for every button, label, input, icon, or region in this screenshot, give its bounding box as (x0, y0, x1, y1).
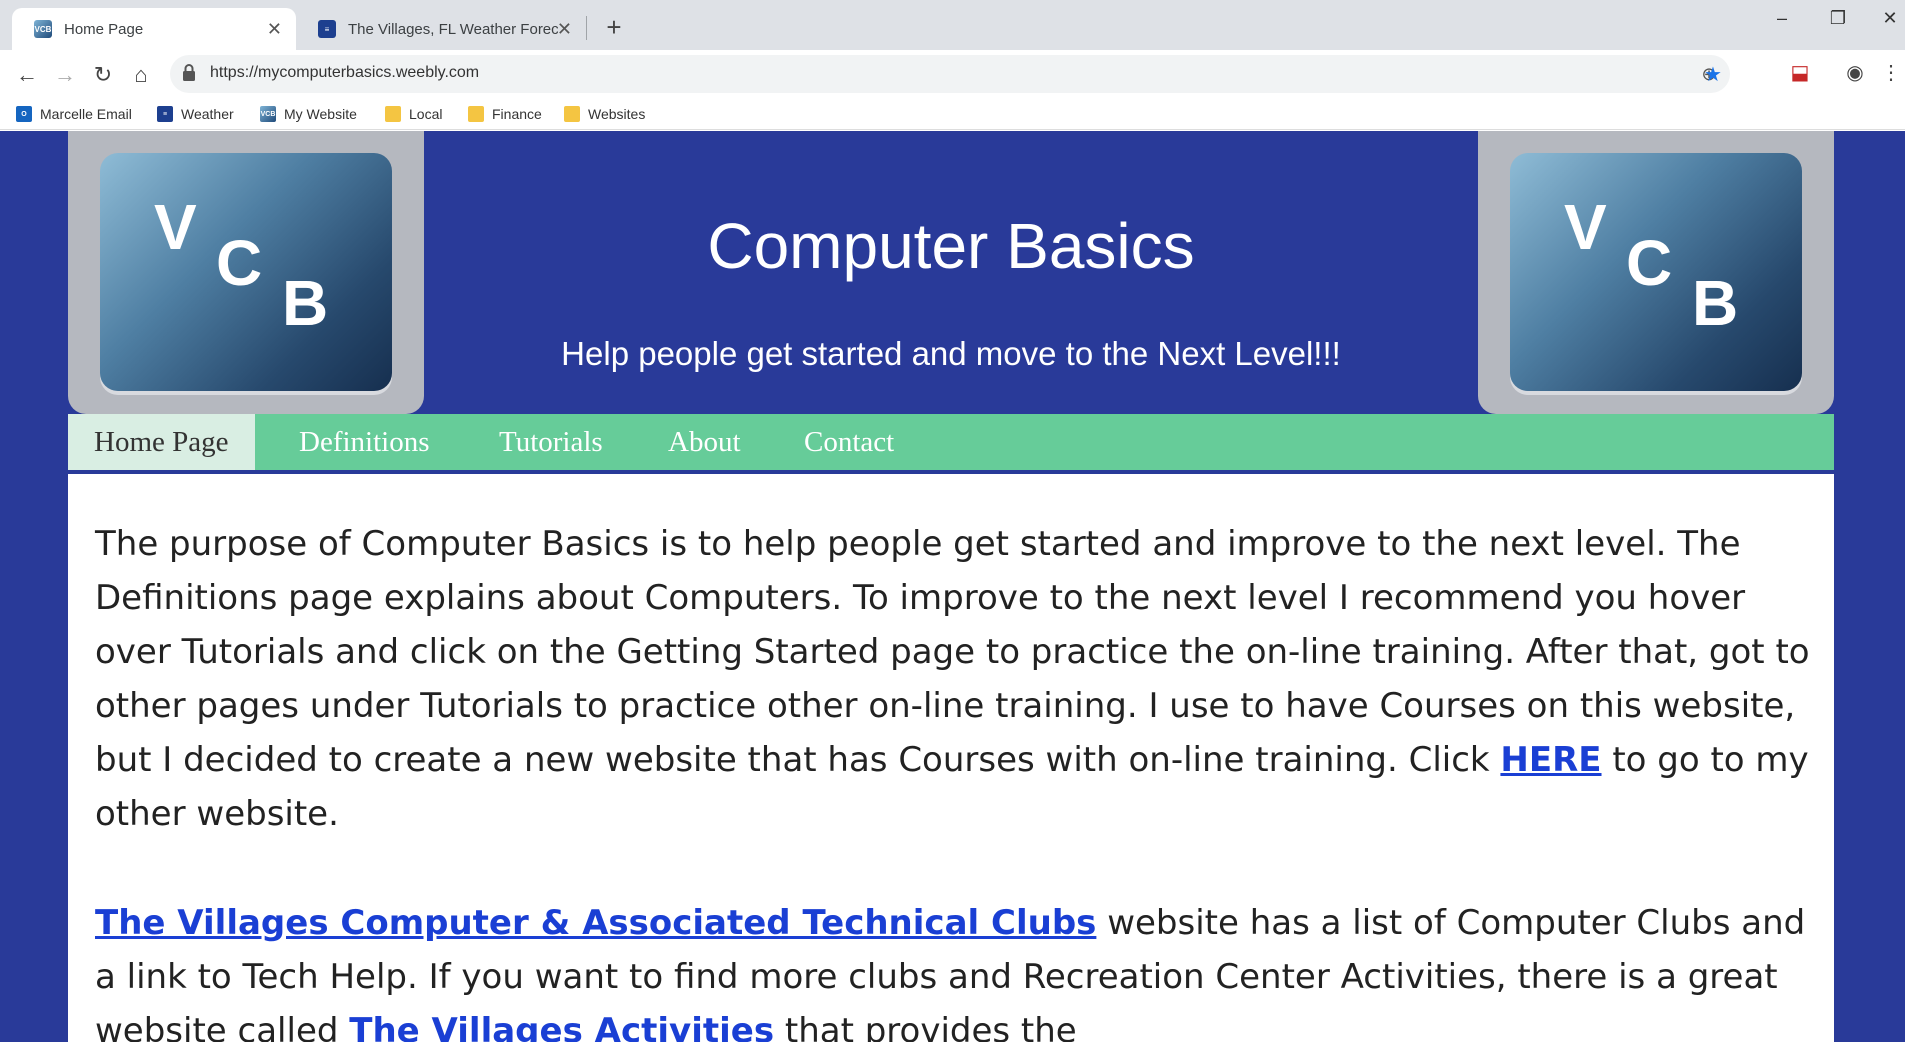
tab-title: The Villages, FL Weather Forecas (348, 20, 558, 38)
bookmark-label: Finance (492, 106, 542, 122)
vcb-logo-icon: V C B (1510, 153, 1802, 391)
vcb-logo-icon: VCB (260, 106, 276, 122)
clubs-paragraph: The Villages Computer & Associated Techn… (95, 896, 1815, 1042)
logo-letter-v: V (1564, 191, 1607, 263)
folder-icon (385, 106, 401, 122)
tab-title: Home Page (64, 20, 144, 38)
url-text: https://mycomputerbasics.weebly.com (210, 64, 480, 81)
close-icon[interactable]: ✕ (267, 19, 282, 40)
site-logo-left[interactable]: V C B (68, 131, 424, 414)
nav-about[interactable]: About (668, 414, 741, 470)
arrow-right-icon: → (54, 62, 76, 87)
new-tab-button[interactable]: + (598, 12, 630, 43)
minimize-button[interactable]: – (1762, 8, 1802, 29)
bookmark-websites[interactable]: Websites (564, 106, 645, 122)
browser-toolbar: ← → ↻ ⌂ https://mycomputerbasics.weebly.… (0, 50, 1905, 100)
close-icon[interactable]: ✕ (557, 19, 572, 40)
page-viewport: V C B Computer Basics Help people get st… (0, 131, 1905, 1042)
address-bar[interactable]: https://mycomputerbasics.weebly.com ⊕ ★ (170, 55, 1730, 93)
bookmark-marcelle-email[interactable]: O Marcelle Email (16, 106, 132, 122)
arrow-left-icon: ← (16, 62, 38, 87)
bookmark-my-website[interactable]: VCB My Website (260, 106, 357, 122)
pocket-extension-icon[interactable]: ⬓ (1785, 60, 1815, 85)
lock-icon (183, 64, 195, 81)
site-header: V C B Computer Basics Help people get st… (68, 131, 1834, 414)
weather-icon: ≡ (157, 106, 173, 122)
restore-button[interactable]: ❐ (1818, 8, 1858, 29)
bookmark-label: Weather (181, 106, 234, 122)
nav-tutorials[interactable]: Tutorials (499, 414, 603, 470)
bookmark-label: Websites (588, 106, 646, 122)
reload-icon: ↻ (93, 62, 113, 87)
clubs-text-end: that provides the (774, 1011, 1077, 1042)
folder-icon (564, 106, 580, 122)
main-content: The purpose of Computer Basics is to hel… (68, 474, 1834, 1042)
vcb-logo-icon: VCB (34, 20, 52, 38)
logo-letter-c: C (1626, 227, 1673, 299)
bookmark-local[interactable]: Local (385, 106, 442, 122)
window-close-button[interactable]: ✕ (1870, 8, 1905, 29)
tab-home-page[interactable]: VCB Home Page ✕ (12, 8, 296, 50)
star-icon[interactable]: ★ (1698, 60, 1728, 88)
menu-icon[interactable]: ⋮ (1876, 60, 1905, 85)
bookmark-finance[interactable]: Finance (468, 106, 542, 122)
logo-letter-b: B (282, 267, 329, 339)
bookmark-label: Local (409, 106, 443, 122)
reload-button[interactable]: ↻ (86, 58, 120, 92)
outlook-icon: O (16, 106, 32, 122)
tab-weather-forecast[interactable]: ≡ The Villages, FL Weather Forecas ✕ (296, 8, 586, 50)
villages-computer-clubs-link[interactable]: The Villages Computer & Associated Techn… (95, 903, 1096, 943)
back-button[interactable]: ← (10, 58, 44, 92)
intro-paragraph: The purpose of Computer Basics is to hel… (95, 517, 1815, 841)
vcb-logo-icon: V C B (100, 153, 392, 391)
bookmark-weather[interactable]: ≡ Weather (157, 106, 234, 122)
here-link[interactable]: HERE (1500, 740, 1601, 780)
bookmarks-bar: O Marcelle Email ≡ Weather VCB My Websit… (0, 100, 1905, 130)
logo-letter-c: C (216, 227, 263, 299)
site-logo-right: V C B (1478, 131, 1834, 414)
bookmark-label: Marcelle Email (40, 106, 132, 122)
nav-definitions[interactable]: Definitions (299, 414, 430, 470)
nav-contact[interactable]: Contact (804, 414, 894, 470)
bookmark-label: My Website (284, 106, 357, 122)
logo-letter-v: V (154, 191, 197, 263)
nav-home-page[interactable]: Home Page (68, 414, 255, 470)
logo-letter-b: B (1692, 267, 1739, 339)
site-title: Computer Basics (707, 210, 1195, 282)
site-nav: Home Page Definitions Tutorials About Co… (68, 414, 1834, 474)
folder-icon (468, 106, 484, 122)
tab-divider (586, 16, 587, 40)
site-tagline: Help people get started and move to the … (561, 335, 1341, 372)
weather-icon: ≡ (318, 20, 336, 38)
profile-icon[interactable]: ◉ (1840, 60, 1870, 85)
home-button[interactable]: ⌂ (124, 58, 158, 92)
browser-tab-strip: VCB Home Page ✕ ≡ The Villages, FL Weath… (0, 0, 1905, 50)
villages-activities-link[interactable]: The Villages Activities (349, 1011, 774, 1042)
home-icon: ⌂ (134, 62, 148, 87)
forward-button[interactable]: → (48, 58, 82, 92)
